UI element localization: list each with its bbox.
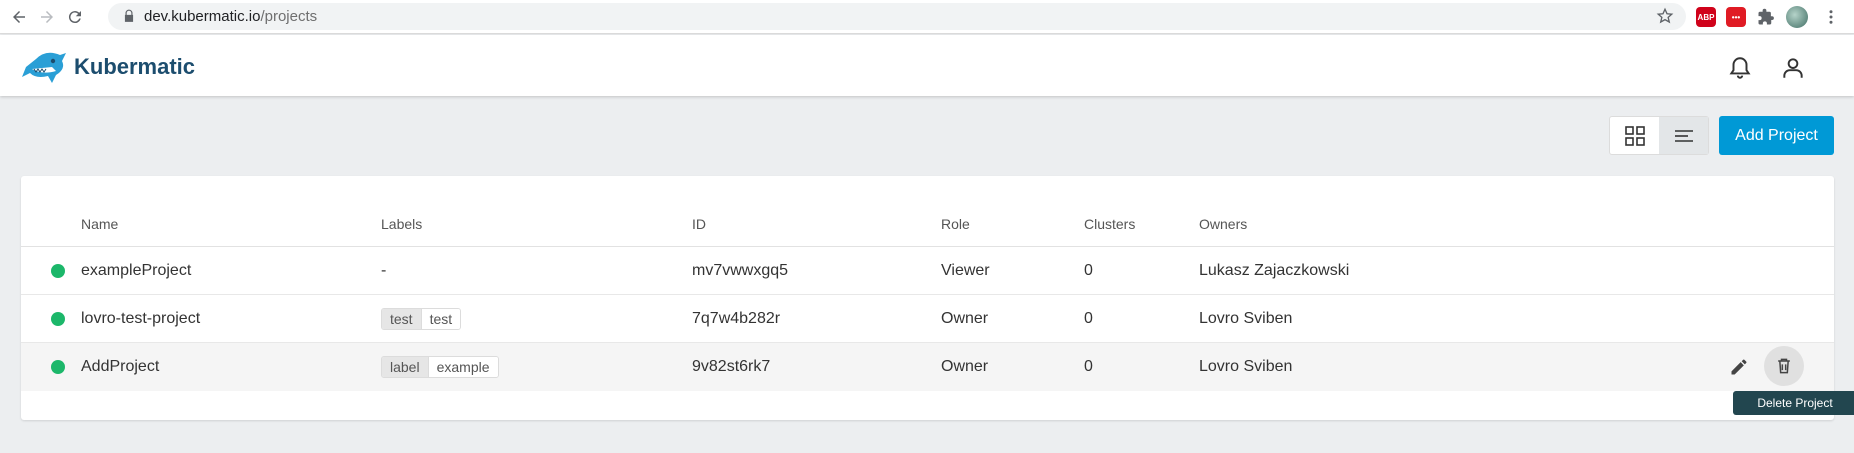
label-chip: test test — [381, 308, 462, 330]
project-id: 7q7w4b282r — [692, 310, 781, 327]
browser-menu-icon[interactable] — [1820, 6, 1842, 28]
label-value: example — [427, 357, 498, 377]
edit-pencil-icon[interactable] — [1729, 357, 1749, 377]
column-header-role: Role — [941, 216, 970, 232]
label-chip: label example — [381, 356, 499, 378]
project-name: AddProject — [81, 358, 160, 375]
projects-table-card: Name Labels ID Role Clusters Owners exam… — [21, 176, 1834, 420]
project-role: Viewer — [941, 262, 990, 279]
bookmark-star-icon[interactable] — [1656, 7, 1674, 25]
user-account-icon[interactable] — [1780, 55, 1806, 81]
app-header: Kubermatic — [0, 35, 1854, 96]
project-owners: Lovro Sviben — [1199, 310, 1293, 327]
add-project-button[interactable]: Add Project — [1719, 116, 1834, 155]
list-view-icon — [1674, 129, 1693, 142]
url-host: dev.kubermatic.io — [144, 8, 261, 25]
label-key: label — [382, 357, 428, 377]
notifications-bell-icon[interactable] — [1727, 55, 1753, 81]
project-clusters: 0 — [1084, 310, 1093, 327]
browser-toolbar: dev.kubermatic.io/projects ABP ••• — [0, 0, 1854, 34]
status-indicator — [51, 312, 65, 326]
project-id: mv7vwwxgq5 — [692, 262, 789, 279]
ext-label-abp: ABP — [1697, 12, 1715, 22]
project-clusters: 0 — [1084, 262, 1093, 279]
project-owners: Lukasz Zajaczkowski — [1199, 262, 1350, 279]
url-text: dev.kubermatic.io/projects — [144, 8, 317, 25]
project-labels-empty: - — [381, 262, 387, 279]
url-path: /projects — [260, 8, 318, 25]
list-view-button[interactable] — [1659, 117, 1708, 154]
tooltip: Delete Project — [1733, 391, 1854, 415]
project-role: Owner — [941, 358, 989, 375]
adblock-plus-icon[interactable]: ABP — [1696, 7, 1716, 27]
profile-avatar[interactable] — [1786, 6, 1808, 28]
view-mode-toggle — [1609, 116, 1709, 155]
column-header-labels: Labels — [381, 216, 423, 232]
forward-icon[interactable] — [36, 6, 58, 28]
grid-view-icon — [1624, 125, 1645, 146]
status-indicator — [51, 360, 65, 374]
card-view-button[interactable] — [1610, 117, 1659, 154]
label-key: test — [382, 309, 421, 329]
kubermatic-logo[interactable] — [22, 47, 68, 85]
label-value: test — [420, 309, 461, 329]
column-header-name[interactable]: Name — [81, 216, 118, 232]
table-row[interactable]: exampleProject - mv7vwwxgq5 Viewer 0 Luk… — [21, 247, 1834, 295]
extensions-puzzle-icon[interactable] — [1756, 7, 1776, 27]
delete-project-button[interactable] — [1764, 346, 1804, 386]
project-owners: Lovro Sviben — [1199, 358, 1293, 375]
project-name: exampleProject — [81, 262, 192, 279]
status-indicator — [51, 264, 65, 278]
project-clusters: 0 — [1084, 358, 1093, 375]
column-header-owners: Owners — [1199, 216, 1248, 232]
table-row[interactable]: lovro-test-project test test 7q7w4b282r … — [21, 295, 1834, 343]
project-name: lovro-test-project — [81, 310, 201, 327]
reload-icon[interactable] — [64, 6, 86, 28]
column-header-clusters: Clusters — [1084, 216, 1136, 232]
trash-icon — [1778, 358, 1790, 374]
ext-label-red: ••• — [1731, 12, 1741, 22]
brand-name: Kubermatic — [74, 54, 196, 79]
project-id: 9v82st6rk7 — [692, 358, 771, 375]
table-row[interactable]: AddProject label example 9v82st6rk7 Owne… — [21, 343, 1834, 391]
back-icon[interactable] — [8, 6, 30, 28]
extension-red-icon[interactable]: ••• — [1726, 7, 1746, 27]
project-role: Owner — [941, 310, 989, 327]
column-header-id: ID — [692, 216, 706, 232]
address-bar[interactable]: dev.kubermatic.io/projects — [108, 3, 1686, 30]
lock-icon — [124, 9, 134, 22]
